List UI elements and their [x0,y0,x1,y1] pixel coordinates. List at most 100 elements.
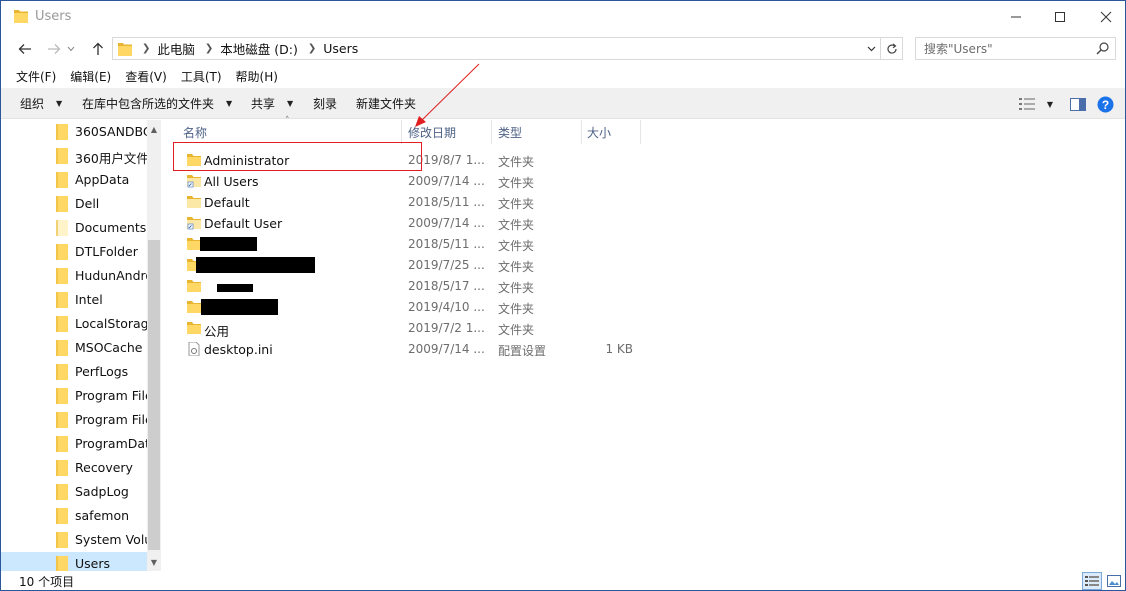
address-history-dropdown[interactable] [864,41,878,57]
maximize-button[interactable] [1037,1,1083,33]
file-date: 2009/7/14 ... [408,342,485,356]
recent-locations-button[interactable] [65,39,77,59]
column-header-size[interactable]: 大小 [587,120,641,144]
nav-item[interactable]: PerfLogs [1,360,147,384]
nav-item[interactable]: Program Files (x86) [1,408,147,432]
nav-item[interactable]: DTLFolder [1,240,147,264]
forward-button[interactable] [44,39,64,59]
view-options-dropdown[interactable]: ▼ [1044,95,1056,113]
back-button[interactable] [15,39,35,59]
breadcrumb-users[interactable]: Users [323,41,358,56]
chevron-right-icon: ❯ [307,43,317,54]
folder-icon [56,508,68,524]
breadcrumb-this-pc[interactable]: 此电脑 [157,39,195,58]
column-header-date[interactable]: 修改日期 [408,120,492,144]
new-folder-button[interactable]: 新建文件夹 [356,89,416,118]
column-date-label: 修改日期 [408,125,457,140]
file-type: 文件夹 [498,323,535,337]
nav-item[interactable]: Dell [1,192,147,216]
folder-icon [187,280,201,292]
arrow-right-icon [48,44,61,54]
preview-pane-button[interactable] [1069,95,1087,113]
organize-button[interactable]: 组织 ▼ [20,89,62,118]
file-date: 2018/5/11 ... [408,237,485,251]
nav-item[interactable]: Recovery [1,456,147,480]
nav-scrollbar[interactable]: ▲ ▼ [147,120,161,571]
column-divider[interactable] [401,120,402,144]
nav-item-label: Users [75,556,111,571]
burn-button[interactable]: 刻录 [313,89,337,118]
scroll-up-arrow-icon[interactable]: ▲ [147,122,161,136]
menu-tools[interactable]: 工具(T) [181,67,222,87]
file-list[interactable]: ˄ 名称 修改日期 类型 大小 Administrator 2019/8/7 1.… [163,116,1125,571]
folder-icon [187,196,201,208]
arrow-left-icon [18,44,31,54]
nav-item[interactable]: 360SANDBOX [1,120,147,144]
nav-item[interactable]: Users [1,552,147,571]
column-divider[interactable] [581,120,582,144]
column-header-type[interactable]: 类型 [498,120,582,144]
include-in-library-label: 在库中包含所选的文件夹 [82,97,215,111]
file-name: desktop.ini [204,342,273,357]
maximize-icon [1055,12,1065,22]
redacted-name [217,284,253,292]
nav-item[interactable]: AppData [1,168,147,192]
breadcrumb-local-disk-d[interactable]: 本地磁盘 (D:) [220,39,298,58]
nav-item[interactable]: safemon [1,504,147,528]
details-view-button[interactable] [1082,572,1102,590]
chevron-down-icon [867,46,875,52]
address-bar[interactable]: ❯ 此电脑 ❯ 本地磁盘 (D:) ❯ Users [112,37,903,60]
folder-icon [56,436,68,452]
up-button[interactable] [88,39,108,59]
refresh-button[interactable] [880,38,902,59]
close-button[interactable] [1083,1,1126,33]
nav-item[interactable]: Program Files [1,384,147,408]
nav-item[interactable]: LocalStorage [1,312,147,336]
search-box[interactable] [915,37,1116,60]
file-type: 文件夹 [498,155,535,169]
nav-item-label: Dell [75,196,100,211]
nav-scrollbar-thumb[interactable] [148,240,160,550]
scroll-down-arrow-icon[interactable]: ▼ [147,555,161,569]
help-icon: ? [1097,96,1113,112]
column-divider[interactable] [640,120,641,144]
share-button[interactable]: 共享 ▼ [251,89,293,118]
nav-item-label: PerfLogs [75,364,129,379]
navigation-pane[interactable]: 360SANDBOX 360用户文件 AppData Dell Documents an… [1,120,163,571]
menu-file[interactable]: 文件(F) [16,67,56,87]
nav-item[interactable]: Intel [1,288,147,312]
change-view-button[interactable] [1018,95,1036,113]
file-row[interactable]: All Users 2009/7/14 ... 文件夹 [173,171,643,192]
file-name: 公用 [204,324,230,339]
nav-item[interactable]: SadpLog [1,480,147,504]
column-divider[interactable] [491,120,492,144]
nav-item[interactable]: HudunAndroid [1,264,147,288]
nav-item[interactable]: ProgramData [1,432,147,456]
folder-icon [56,364,68,380]
title-bar[interactable]: Users [1,1,1125,33]
nav-item[interactable]: 360用户文件 [1,144,147,168]
menu-edit[interactable]: 编辑(E) [70,67,111,87]
file-row[interactable]: Default User 2009/7/14 ... 文件夹 [173,213,643,234]
redacted-name [201,299,278,315]
large-icons-view-icon [1107,575,1121,587]
nav-item[interactable]: Documents and Settings [1,216,147,240]
folder-icon [56,340,68,356]
file-row[interactable]: Default 2018/5/11 ... 文件夹 [173,192,643,213]
minimize-button[interactable] [993,1,1039,33]
large-icons-view-button[interactable] [1104,572,1124,590]
chevron-right-icon: ❯ [204,43,214,54]
nav-item[interactable]: MSOCache [1,336,147,360]
help-button[interactable]: ? [1096,95,1114,113]
column-header-name[interactable]: 名称 [183,120,401,144]
include-in-library-button[interactable]: 在库中包含所选的文件夹 ▼ [82,89,232,118]
chevron-right-icon: ❯ [142,43,151,54]
file-row[interactable]: desktop.ini 2009/7/14 ... 配置设置 1 KB [173,339,643,360]
nav-item[interactable]: System Volume Information [1,528,147,552]
menu-view[interactable]: 查看(V) [125,67,167,87]
file-type: 文件夹 [498,260,535,274]
menu-help[interactable]: 帮助(H) [236,67,278,87]
file-row[interactable]: 公用 2019/7/2 1... 文件夹 [173,318,643,339]
explorer-window: Users ❯ 此电脑 ❯ 本地磁盘 (D:) ❯ Users 搜索"Users… [0,0,1126,591]
search-input[interactable] [924,41,1094,56]
